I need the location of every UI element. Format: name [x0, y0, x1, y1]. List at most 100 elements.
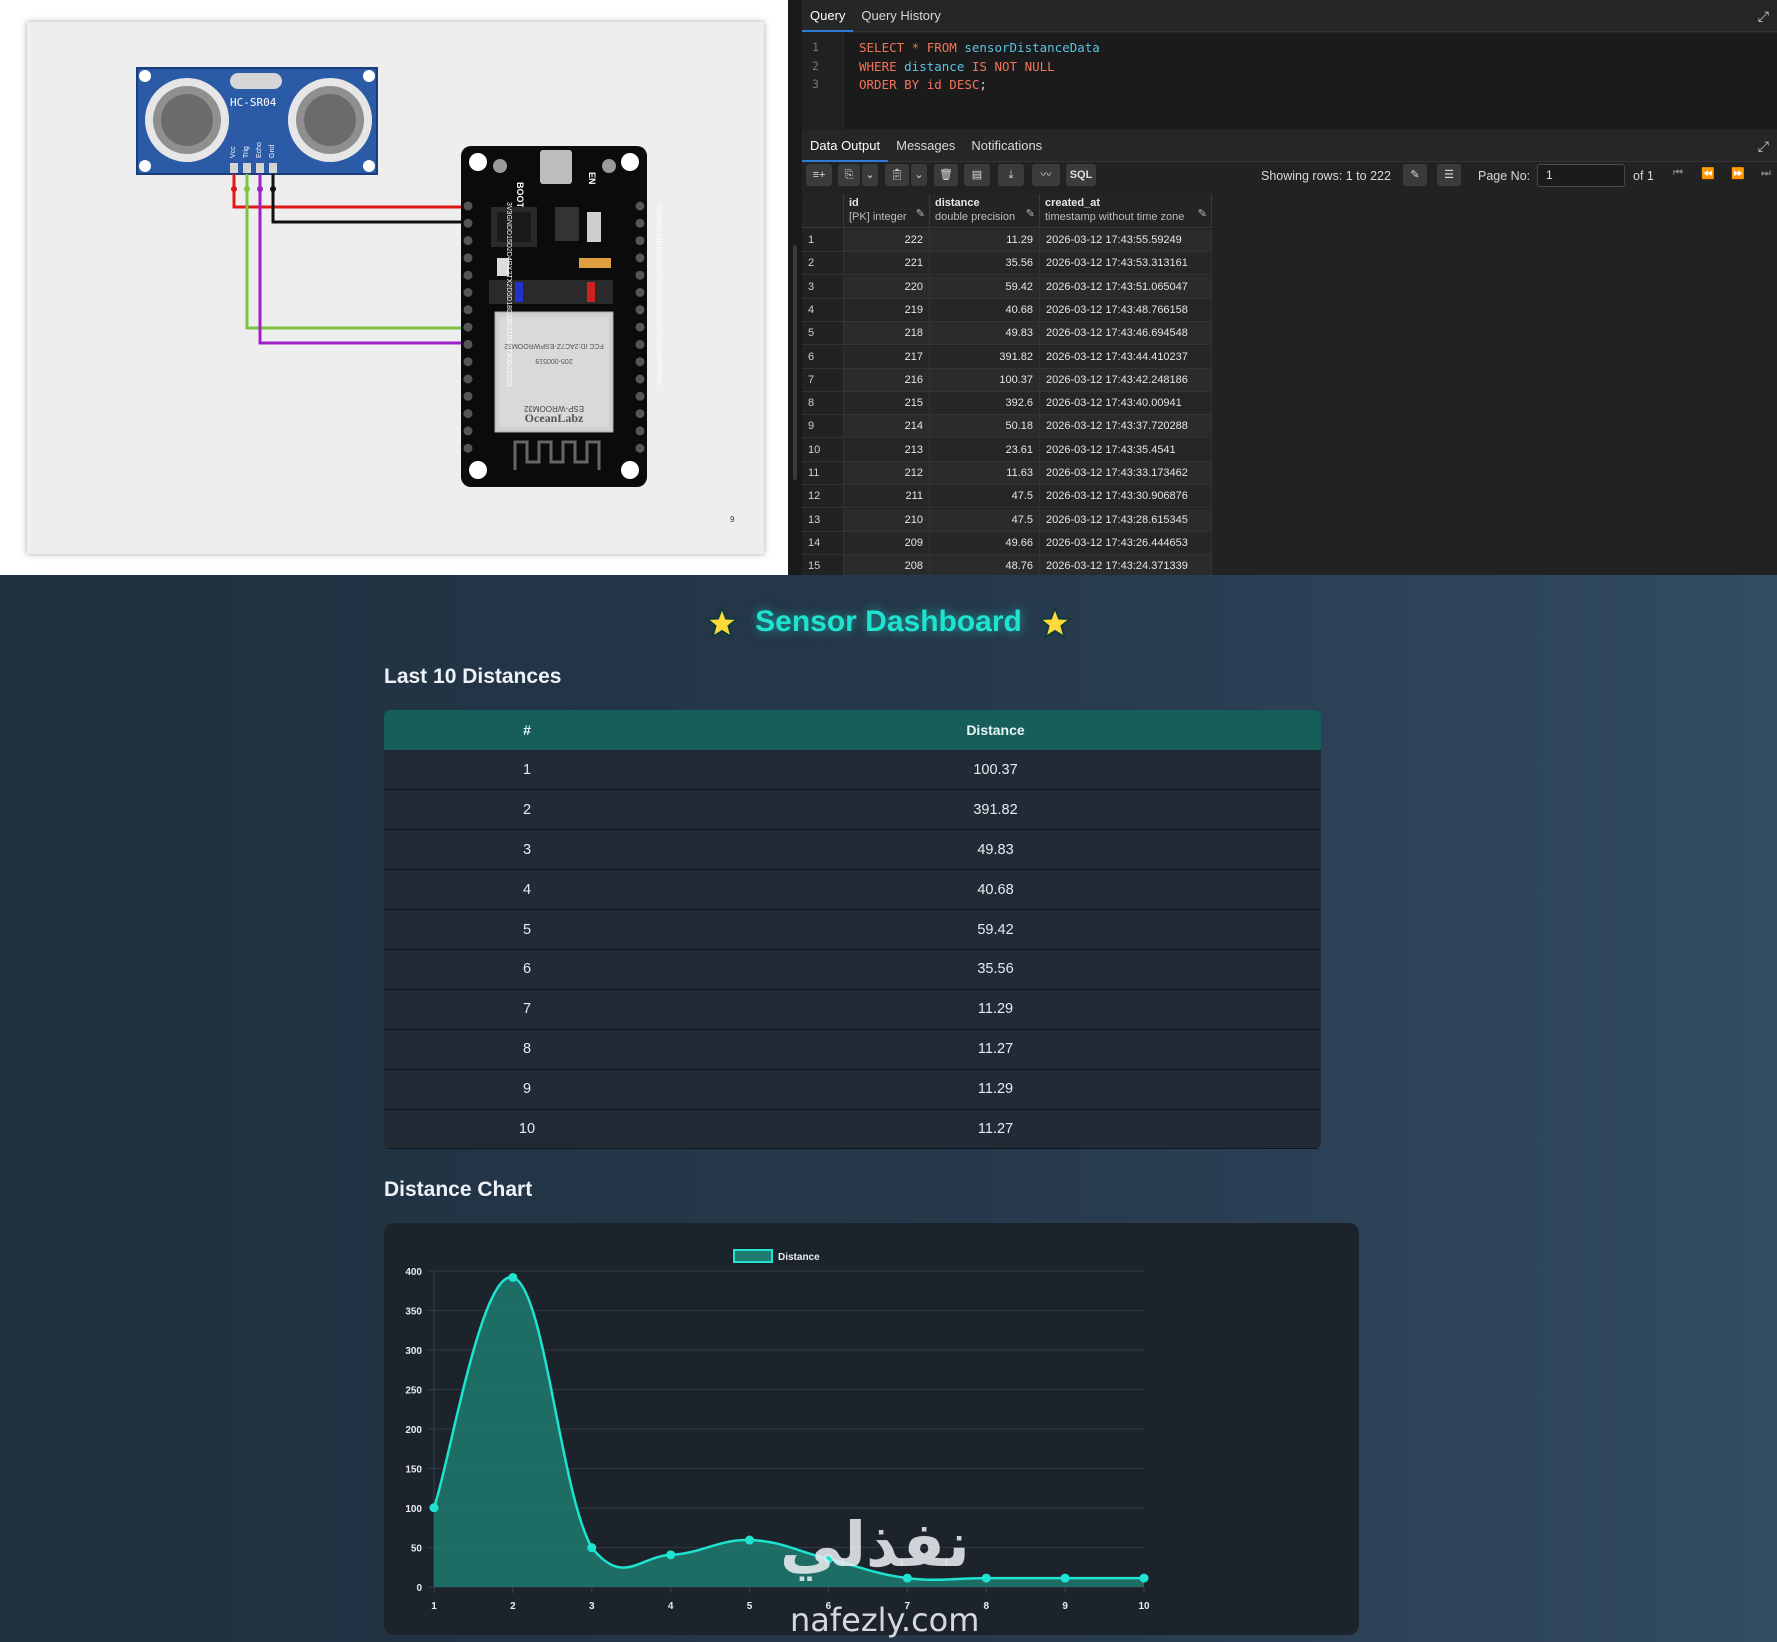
table-cell[interactable]: 49.66	[930, 531, 1040, 555]
table-row[interactable]: 9 214 50.18 2026-03-12 17:43:37.720288	[802, 415, 1212, 439]
table-row[interactable]: 7 216 100.37 2026-03-12 17:43:42.248186	[802, 368, 1212, 392]
copy-dropdown-icon[interactable]: ⌄	[862, 164, 878, 186]
edit-pencil-icon[interactable]: ✎	[1026, 207, 1035, 221]
en-label: EN	[587, 172, 597, 185]
next-page-icon[interactable]: ⏩	[1726, 167, 1750, 185]
table-cell[interactable]: 217	[844, 345, 930, 369]
code-line[interactable]: WHERE distance IS NOT NULL	[859, 59, 1055, 74]
copy-icon[interactable]: ⎘	[838, 164, 860, 186]
maximize-icon[interactable]: ⤢	[1758, 8, 1769, 25]
table-row[interactable]: 4 219 40.68 2026-03-12 17:43:48.766158	[802, 298, 1212, 322]
table-cell[interactable]: 2026-03-12 17:43:40.00941	[1040, 392, 1212, 416]
table-row[interactable]: 1 222 11.29 2026-03-12 17:43:55.59249	[802, 229, 1212, 252]
column-header-id[interactable]: id [PK] integer ✎	[844, 194, 930, 228]
table-cell[interactable]: 2026-03-12 17:43:24.371339	[1040, 555, 1212, 575]
add-row-icon[interactable]: ≡+	[806, 164, 832, 186]
tab-query-history[interactable]: Query History	[853, 0, 948, 32]
table-cell[interactable]: 216	[844, 368, 930, 392]
table-row[interactable]: 6 217 391.82 2026-03-12 17:43:44.410237	[802, 345, 1212, 369]
table-cell[interactable]: 2026-03-12 17:43:53.313161	[1040, 252, 1212, 276]
table-cell[interactable]: 210	[844, 508, 930, 532]
table-cell[interactable]: 11.29	[930, 229, 1040, 252]
table-row[interactable]: 10 213 23.61 2026-03-12 17:43:35.4541	[802, 438, 1212, 462]
table-cell[interactable]: 2026-03-12 17:43:46.694548	[1040, 322, 1212, 346]
table-cell[interactable]: 2026-03-12 17:43:37.720288	[1040, 415, 1212, 439]
sql-button[interactable]: SQL	[1066, 164, 1096, 186]
table-cell[interactable]: 2026-03-12 17:43:51.065047	[1040, 275, 1212, 299]
panel-splitter[interactable]	[788, 0, 802, 575]
table-cell[interactable]: 11.63	[930, 462, 1040, 485]
table-cell[interactable]: 59.42	[930, 275, 1040, 299]
table-row[interactable]: 5 218 49.83 2026-03-12 17:43:46.694548	[802, 322, 1212, 346]
table-row[interactable]: 2 221 35.56 2026-03-12 17:43:53.313161	[802, 252, 1212, 276]
save-data-icon[interactable]: ▤	[964, 164, 990, 186]
table-cell[interactable]: 2026-03-12 17:43:28.615345	[1040, 508, 1212, 532]
table-cell[interactable]: 2026-03-12 17:43:48.766158	[1040, 298, 1212, 322]
row-index-cell: 10	[384, 1109, 670, 1150]
code-line[interactable]: ORDER BY id DESC;	[859, 77, 987, 92]
y-tick-label: 250	[405, 1386, 422, 1397]
table-row[interactable]: 12 211 47.5 2026-03-12 17:43:30.906876	[802, 485, 1212, 509]
page-no-input[interactable]: 1	[1537, 164, 1625, 187]
table-cell[interactable]: 209	[844, 531, 930, 555]
edit-range-icon[interactable]: ✎	[1403, 164, 1427, 186]
tab-messages[interactable]: Messages	[888, 130, 963, 162]
table-cell[interactable]: 23.61	[930, 438, 1040, 462]
table-row[interactable]: 3 220 59.42 2026-03-12 17:43:51.065047	[802, 275, 1212, 299]
table-cell[interactable]: 391.82	[930, 345, 1040, 369]
table-cell[interactable]: 211	[844, 485, 930, 509]
wires	[231, 174, 467, 345]
table-row: 4 40.68	[384, 869, 1321, 911]
table-cell[interactable]: 214	[844, 415, 930, 439]
table-cell[interactable]: 219	[844, 298, 930, 322]
table-cell[interactable]: 220	[844, 275, 930, 299]
table-cell[interactable]: 35.56	[930, 252, 1040, 276]
download-icon[interactable]: ⤓	[998, 164, 1024, 186]
filter-icon[interactable]: ☰	[1437, 164, 1461, 186]
paste-dropdown-icon[interactable]: ⌄	[911, 164, 927, 186]
table-cell[interactable]: 2026-03-12 17:43:35.4541	[1040, 438, 1212, 462]
prev-page-icon[interactable]: ⏪	[1696, 167, 1720, 185]
table-cell[interactable]: 47.5	[930, 485, 1040, 509]
tab-notifications[interactable]: Notifications	[963, 130, 1050, 162]
table-cell[interactable]: 100.37	[930, 368, 1040, 392]
code-line[interactable]: SELECT * FROM sensorDistanceData	[859, 40, 1100, 55]
table-row[interactable]: 13 210 47.5 2026-03-12 17:43:28.615345	[802, 508, 1212, 532]
table-cell[interactable]: 2026-03-12 17:43:44.410237	[1040, 345, 1212, 369]
table-cell[interactable]: 50.18	[930, 415, 1040, 439]
table-row[interactable]: 8 215 392.6 2026-03-12 17:43:40.00941	[802, 392, 1212, 416]
tab-query[interactable]: Query	[802, 0, 854, 32]
delete-icon[interactable]: 🗑︎	[934, 164, 958, 186]
table-cell[interactable]: 222	[844, 229, 930, 252]
edit-pencil-icon[interactable]: ✎	[1198, 207, 1207, 221]
table-cell[interactable]: 2026-03-12 17:43:26.444653	[1040, 531, 1212, 555]
last-page-icon[interactable]: ⏭	[1754, 167, 1777, 185]
paste-icon[interactable]: 📋︎	[885, 164, 909, 186]
first-page-icon[interactable]: ⏮	[1666, 167, 1690, 185]
table-row[interactable]: 15 208 48.76 2026-03-12 17:43:24.371339	[802, 555, 1212, 575]
maximize-results-icon[interactable]: ⤢	[1758, 138, 1769, 155]
edit-pencil-icon[interactable]: ✎	[916, 207, 925, 221]
tab-data-output[interactable]: Data Output	[802, 130, 889, 162]
column-header-created-at[interactable]: created_at timestamp without time zone ✎	[1040, 194, 1212, 228]
table-cell[interactable]: 2026-03-12 17:43:42.248186	[1040, 368, 1212, 392]
table-cell[interactable]: 208	[844, 555, 930, 575]
table-cell[interactable]: 2026-03-12 17:43:30.906876	[1040, 485, 1212, 509]
table-row[interactable]: 14 209 49.66 2026-03-12 17:43:26.444653	[802, 531, 1212, 555]
table-cell[interactable]: 40.68	[930, 298, 1040, 322]
column-header-distance[interactable]: distance double precision ✎	[930, 194, 1040, 228]
table-cell[interactable]: 2026-03-12 17:43:33.173462	[1040, 462, 1212, 485]
table-cell[interactable]: 221	[844, 252, 930, 276]
graph-icon[interactable]: 〰	[1032, 164, 1060, 186]
query-editor[interactable]: 1 2 3 SELECT * FROM sensorDistanceData WHER…	[802, 33, 1777, 129]
table-cell[interactable]: 47.5	[930, 508, 1040, 532]
table-row[interactable]: 11 212 11.63 2026-03-12 17:43:33.173462	[802, 462, 1212, 485]
table-cell[interactable]: 2026-03-12 17:43:55.59249	[1040, 229, 1212, 252]
table-cell[interactable]: 392.6	[930, 392, 1040, 416]
table-cell[interactable]: 218	[844, 322, 930, 346]
table-cell[interactable]: 215	[844, 392, 930, 416]
table-cell[interactable]: 49.83	[930, 322, 1040, 346]
table-cell[interactable]: 213	[844, 438, 930, 462]
table-cell[interactable]: 48.76	[930, 555, 1040, 575]
table-cell[interactable]: 212	[844, 462, 930, 485]
